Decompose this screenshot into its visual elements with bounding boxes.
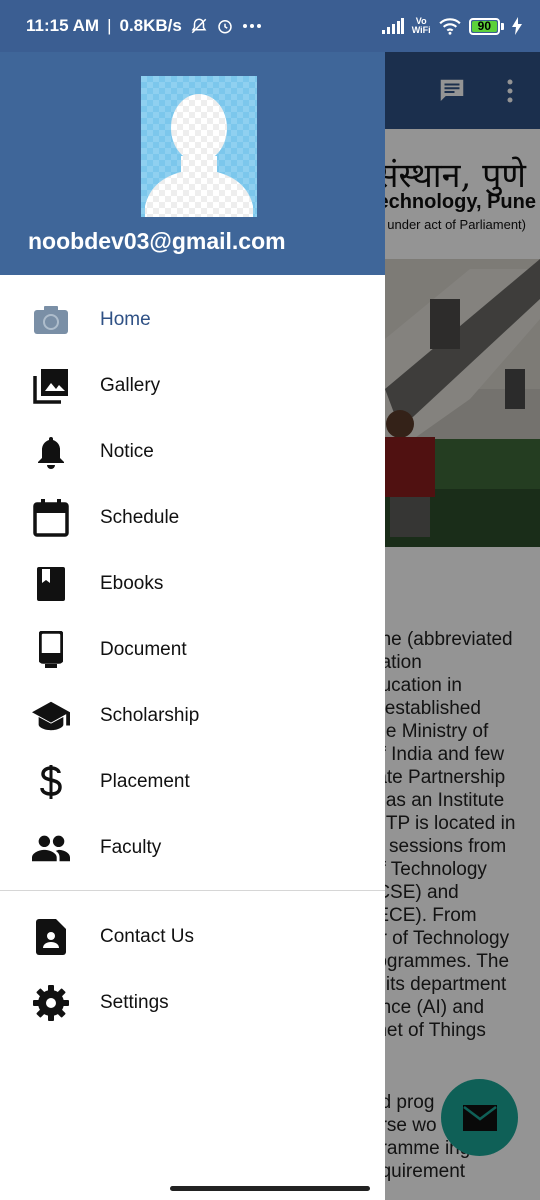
drawer-item-label: Home (100, 309, 151, 330)
drawer-item-settings[interactable]: Settings (0, 970, 385, 1036)
book-icon (32, 566, 70, 602)
user-avatar-icon (141, 76, 257, 217)
battery-nub (501, 22, 504, 30)
drawer-item-ebooks[interactable]: Ebooks (0, 551, 385, 617)
drawer-item-faculty[interactable]: Faculty (0, 815, 385, 881)
drawer-divider (0, 890, 385, 891)
wifi-icon (438, 17, 461, 35)
status-right: Vo WiFi 90 (381, 17, 522, 35)
drawer-item-scholarship[interactable]: Scholarship (0, 683, 385, 749)
drawer-item-placement[interactable]: Placement (0, 749, 385, 815)
battery-level: 90 (471, 20, 497, 32)
dollar-icon (32, 764, 70, 800)
drawer-item-label: Scholarship (100, 705, 200, 726)
charging-icon (512, 17, 522, 35)
status-separator: | (107, 16, 112, 35)
network-speed: 0.8KB/s (119, 16, 182, 35)
status-bar: 11:15 AM | 0.8KB/s Vo WiFi 90 (0, 0, 540, 52)
drawer-header: noobdev03@gmail.com (0, 52, 385, 275)
gear-icon (32, 985, 70, 1021)
drawer-item-label: Gallery (100, 375, 161, 396)
drawer-item-label: Placement (100, 771, 190, 792)
signal-icon (381, 18, 404, 34)
drawer-item-label: Ebooks (100, 573, 164, 594)
bell-icon (32, 434, 70, 470)
navigation-drawer: noobdev03@gmail.com Home Gallery Notice … (0, 52, 385, 1200)
drawer-item-document[interactable]: Document (0, 617, 385, 683)
drawer-item-label: Settings (100, 992, 169, 1013)
drawer-item-home[interactable]: Home (0, 287, 385, 353)
drawer-secondary-menu: Contact Us Settings (0, 904, 385, 1036)
status-left: 11:15 AM | 0.8KB/s (26, 16, 262, 36)
drawer-item-label: Faculty (100, 837, 162, 858)
drawer-item-label: Contact Us (100, 926, 194, 947)
camera-icon (32, 302, 70, 338)
mute-icon (190, 17, 208, 35)
drawer-item-notice[interactable]: Notice (0, 419, 385, 485)
volte-icon: Vo WiFi (412, 17, 431, 35)
alarm-icon (216, 17, 234, 35)
calendar-icon (32, 499, 70, 537)
drawer-item-gallery[interactable]: Gallery (0, 353, 385, 419)
drawer-item-schedule[interactable]: Schedule (0, 485, 385, 551)
photo-library-icon (32, 368, 70, 404)
volte-bottom: WiFi (411, 25, 431, 35)
phone-device-icon (32, 631, 70, 668)
drawer-item-label: Notice (100, 441, 154, 462)
graduation-cap-icon (32, 698, 70, 734)
drawer-menu: Home Gallery Notice Schedule Ebooks Docu… (0, 287, 385, 881)
more-dots-icon (242, 23, 262, 29)
drawer-item-contact-us[interactable]: Contact Us (0, 904, 385, 970)
drawer-item-label: Document (100, 639, 187, 660)
drawer-item-label: Schedule (100, 507, 180, 528)
gesture-nav-handle[interactable] (170, 1186, 370, 1191)
user-email: noobdev03@gmail.com (28, 228, 286, 254)
contact-card-icon (32, 919, 70, 955)
status-time: 11:15 AM (26, 16, 100, 35)
people-icon (32, 830, 70, 866)
battery-icon: 90 (468, 17, 500, 35)
